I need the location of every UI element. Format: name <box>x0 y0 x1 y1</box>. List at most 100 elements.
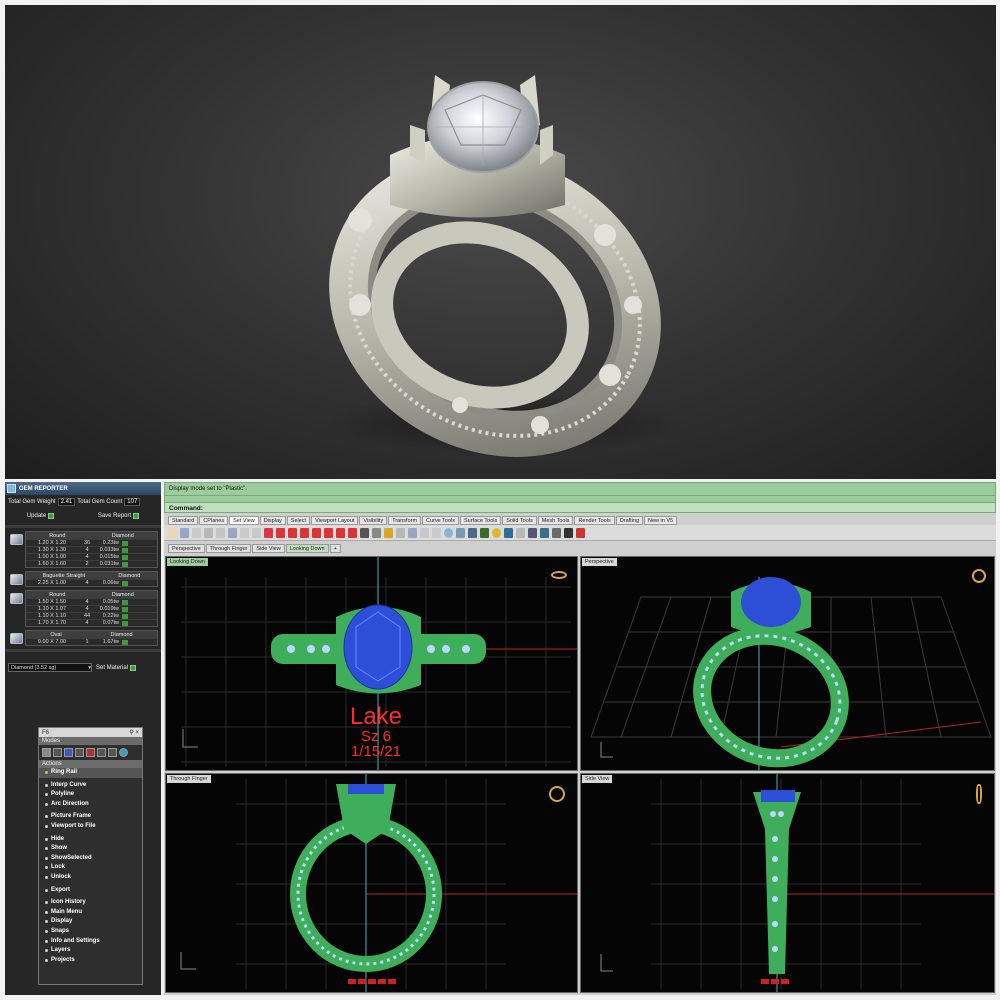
restore-view-icon[interactable] <box>384 527 393 538</box>
select-row-icon[interactable] <box>122 540 128 546</box>
command-prompt[interactable]: Command: <box>164 502 996 513</box>
named-view-icon[interactable] <box>348 527 357 538</box>
zoom-window-icon[interactable] <box>216 527 225 538</box>
action-ring-rail[interactable]: Ring Rail <box>39 768 142 778</box>
action-show[interactable]: Show <box>39 844 142 854</box>
pin-close-icon[interactable]: ⚲ × <box>129 729 139 736</box>
person-icon[interactable] <box>456 527 465 538</box>
viewport-side-view[interactable]: Side View <box>580 773 995 993</box>
dart-icon[interactable] <box>576 527 585 538</box>
action-arc-direction[interactable]: Arc Direction <box>39 800 142 810</box>
select-row-icon[interactable] <box>122 620 128 626</box>
action-layers[interactable]: Layers <box>39 946 142 956</box>
viewport-label[interactable]: Perspective <box>582 558 617 566</box>
tab-set-view[interactable]: Set View <box>229 516 259 525</box>
rotate-view-icon[interactable] <box>180 527 189 538</box>
action-icon-history[interactable]: Icon History <box>39 898 142 908</box>
zoom-selected-icon[interactable] <box>228 527 237 538</box>
tab-visibility[interactable]: Visibility <box>359 516 388 525</box>
save-view-icon[interactable] <box>372 527 381 538</box>
add-viewtab-button[interactable]: + <box>329 544 341 553</box>
mode-doc-icon[interactable] <box>108 748 117 757</box>
action-viewport-to-file[interactable]: Viewport to File <box>39 822 142 832</box>
viewport-label[interactable]: Through Finger <box>167 775 211 783</box>
tab-cplanes[interactable]: CPlanes <box>199 516 229 525</box>
action-projects[interactable]: Projects <box>39 956 142 966</box>
zoom-extents-icon[interactable] <box>204 527 213 538</box>
select-row-icon[interactable] <box>122 599 128 605</box>
target-icon[interactable] <box>432 527 441 538</box>
viewport-through-finger[interactable]: Through Finger <box>165 773 578 993</box>
save-report-button[interactable]: Save Report <box>98 513 140 519</box>
undo-view-icon[interactable] <box>240 527 249 538</box>
viewtab-perspective[interactable]: Perspective <box>168 544 205 553</box>
table-row[interactable]: 1.00 X 1.00 4 0.015tw <box>26 553 157 560</box>
select-row-icon[interactable] <box>122 580 128 586</box>
tab-display[interactable]: Display <box>259 516 286 525</box>
select-row-icon[interactable] <box>122 613 128 619</box>
tab-select[interactable]: Select <box>286 516 311 525</box>
action-info-settings[interactable]: Info and Settings <box>39 937 142 947</box>
view-front-icon[interactable] <box>288 527 297 538</box>
perspective-icon[interactable] <box>408 527 417 538</box>
globe-icon[interactable] <box>444 527 453 538</box>
tab-transform[interactable]: Transform <box>388 516 422 525</box>
camera-icon[interactable] <box>360 527 369 538</box>
action-show-selected[interactable]: ShowSelected <box>39 854 142 864</box>
update-button[interactable]: Update <box>27 513 55 519</box>
action-display[interactable]: Display <box>39 917 142 927</box>
select-row-icon[interactable] <box>122 554 128 560</box>
select-row-icon[interactable] <box>122 639 128 645</box>
table-row[interactable]: 1.50 X 1.50 4 0.05tw <box>26 598 157 605</box>
view-top-icon[interactable] <box>276 527 285 538</box>
viewtab-side-view[interactable]: Side View <box>252 544 285 553</box>
plane-icon[interactable] <box>468 527 477 538</box>
tab-render-tools[interactable]: Render Tools <box>574 516 615 525</box>
bird-icon[interactable] <box>540 527 549 538</box>
mode-globe-icon[interactable] <box>119 748 128 757</box>
action-export[interactable]: Export <box>39 886 142 896</box>
redo-view-icon[interactable] <box>252 527 261 538</box>
table-row[interactable]: 1.60 X 1.60 2 0.031tw <box>26 560 157 567</box>
action-hide[interactable]: Hide <box>39 835 142 845</box>
mode-ring-icon[interactable] <box>75 748 84 757</box>
parallel-icon[interactable] <box>420 527 429 538</box>
action-snaps[interactable]: Snaps <box>39 927 142 937</box>
sun-icon[interactable] <box>492 527 501 538</box>
view-bottom-icon[interactable] <box>336 527 345 538</box>
tab-standard[interactable]: Standard <box>168 516 199 525</box>
tab-drafting[interactable]: Drafting <box>615 516 644 525</box>
select-row-icon[interactable] <box>122 606 128 612</box>
walkabout-icon[interactable] <box>480 527 489 538</box>
view-back-icon[interactable] <box>324 527 333 538</box>
table-row[interactable]: 1.10 X 1.10 44 0.22tw <box>26 612 157 619</box>
viewtab-looking-down[interactable]: Looking Down <box>285 544 329 553</box>
action-unlock[interactable]: Unlock <box>39 873 142 883</box>
lens-icon[interactable] <box>504 527 513 538</box>
select-row-icon[interactable] <box>122 547 128 553</box>
curve-view-icon[interactable] <box>552 527 561 538</box>
zoom-icon[interactable] <box>192 527 201 538</box>
action-lock[interactable]: Lock <box>39 863 142 873</box>
ring-view-icon[interactable] <box>972 569 986 583</box>
set-cplane-icon[interactable] <box>264 527 273 538</box>
action-picture-frame[interactable]: Picture Frame <box>39 812 142 822</box>
tab-curve-tools[interactable]: Curve Tools <box>422 516 459 525</box>
turntable-icon[interactable] <box>516 527 525 538</box>
table-row[interactable]: 2.25 X 1.00 4 0.06tw <box>26 579 157 586</box>
walker-icon[interactable] <box>564 527 573 538</box>
material-select[interactable]: Diamond (3.52 sg) ▾ <box>8 663 92 672</box>
set-material-button[interactable]: Set Material <box>96 664 137 671</box>
mode-person-icon[interactable] <box>97 748 106 757</box>
tab-solid-tools[interactable]: Solid Tools <box>502 516 537 525</box>
action-polyline[interactable]: Polyline <box>39 790 142 800</box>
view-left-icon[interactable] <box>312 527 321 538</box>
pan-icon[interactable] <box>168 527 177 538</box>
mode-paint-icon[interactable] <box>86 748 95 757</box>
mode-gem-icon[interactable] <box>64 748 73 757</box>
viewtab-through-finger[interactable]: Through Finger <box>205 544 252 553</box>
mode-pencil-icon[interactable] <box>53 748 62 757</box>
tab-viewport-layout[interactable]: Viewport Layout <box>311 516 359 525</box>
ring-view-icon[interactable] <box>549 786 565 802</box>
viewport-label[interactable]: Side View <box>582 775 613 783</box>
